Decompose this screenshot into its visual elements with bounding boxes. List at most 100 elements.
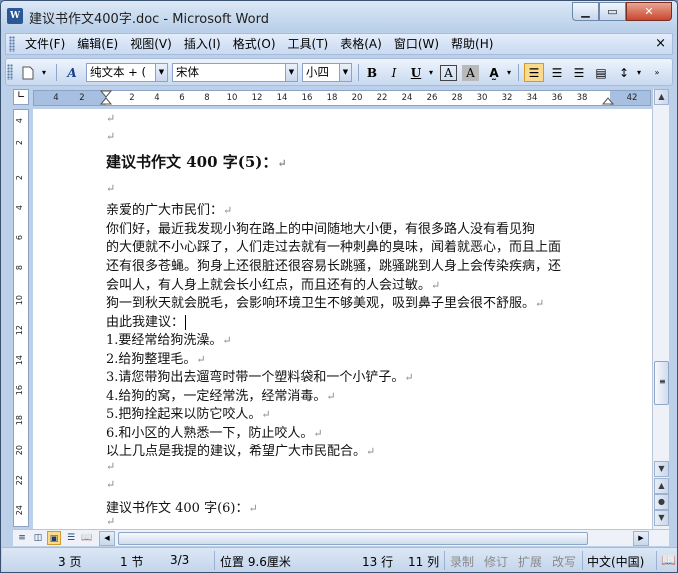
double-arrow-down-icon: ▼ <box>658 513 665 522</box>
status-extend-selection[interactable]: 扩展 <box>518 553 542 570</box>
word-app-icon[interactable]: W <box>7 8 23 24</box>
body-line[interactable]: 你们好，最近我发现小狗在路上的中间随地大小便，有很多路人没有看见狗 <box>106 218 535 237</box>
phonetic-options-button[interactable]: ▾ <box>504 63 514 82</box>
outline-view-icon: ☰ <box>66 533 76 543</box>
underline-button[interactable]: U <box>406 63 426 82</box>
chevron-down-icon: » <box>654 68 660 77</box>
minimize-button[interactable]: ▁ <box>572 2 599 21</box>
menu-tools[interactable]: 工具(T) <box>282 34 335 54</box>
body-line[interactable]: 狗一到秋天就会脱毛，会影响环境卫生不够美观，吸到鼻子里会很不舒服。↵ <box>106 292 544 311</box>
character-shading-button[interactable]: A <box>462 65 479 81</box>
phonetic-guide-button[interactable]: A̰ <box>484 63 504 82</box>
toolbar-separator <box>358 64 359 81</box>
print-layout-view-button[interactable]: ▣ <box>47 531 61 545</box>
reading-layout-view-button[interactable]: 📖 <box>80 531 94 545</box>
close-document-button[interactable]: × <box>655 36 666 51</box>
toolbar-overflow-button[interactable]: » <box>650 63 664 82</box>
section-heading[interactable]: 建议书作文 400 字(6)：↵ <box>106 497 258 516</box>
character-border-button[interactable]: A <box>440 65 457 81</box>
chevron-down-icon[interactable]: ▼ <box>339 64 351 81</box>
empty-paragraph[interactable]: ↵ <box>106 459 115 474</box>
menu-table[interactable]: 表格(A) <box>334 34 388 54</box>
horizontal-scrollbar[interactable]: ≡ ◫ ▣ ☰ 📖 ◀ ▶ <box>13 529 669 546</box>
line-spacing-button[interactable]: ↕ <box>614 63 634 82</box>
list-item[interactable]: 4.给狗的窝，一定经常洗，经常消毒。↵ <box>106 385 336 404</box>
toolbar-grip-handle[interactable] <box>7 64 13 80</box>
previous-page-button[interactable]: ▲ <box>654 478 669 494</box>
body-line[interactable]: 会叫人，有人身上就会长小红点，而且还有的人会过敏。↵ <box>106 274 440 293</box>
scroll-right-button[interactable]: ▶ <box>633 531 649 546</box>
double-arrow-up-icon: ▲ <box>658 481 665 490</box>
status-track-changes[interactable]: 修订 <box>484 553 508 570</box>
empty-paragraph[interactable]: ↵ <box>106 514 115 529</box>
maximize-button[interactable]: ▭ <box>599 2 626 21</box>
menu-edit[interactable]: 编辑(E) <box>71 34 124 54</box>
font-size-combo[interactable]: 小四 ▼ <box>302 63 352 82</box>
align-right-button[interactable]: ☰ <box>569 63 589 82</box>
toolbar-options-button[interactable]: ▾ <box>38 63 50 82</box>
list-item[interactable]: 2.给狗整理毛。↵ <box>106 348 206 367</box>
web-layout-view-button[interactable]: ◫ <box>31 531 45 545</box>
distributed-align-button[interactable]: ▤ <box>591 63 611 82</box>
next-page-button[interactable]: ▼ <box>654 510 669 526</box>
document-page[interactable]: ↵ ↵ 建议书作文 400 字(5)：↵ ↵ 亲爱的广大市民们：↵ 你们好，最近… <box>33 109 652 529</box>
right-indent-marker[interactable] <box>602 95 614 105</box>
body-line[interactable]: 的大便就不小心踩了，人们走过去就有一种刺鼻的臭味，闻着就恶心，而且上面 <box>106 236 561 255</box>
menu-format[interactable]: 格式(O) <box>227 34 282 54</box>
horizontal-ruler[interactable]: 4 2 2 4 6 8 10 12 14 16 18 20 22 24 26 2… <box>33 90 651 106</box>
salutation-line[interactable]: 亲爱的广大市民们：↵ <box>106 199 232 218</box>
menu-grip-handle[interactable] <box>9 36 15 52</box>
select-browse-object-button[interactable]: ● <box>654 494 669 510</box>
italic-button[interactable]: I <box>384 63 404 82</box>
empty-paragraph[interactable]: ↵ <box>106 477 115 492</box>
menu-file[interactable]: 文件(F) <box>19 34 71 54</box>
vertical-scroll-thumb[interactable]: ≡ <box>654 361 669 405</box>
title-bar[interactable]: W 建议书作文400字.doc - Microsoft Word ▁ ▭ ✕ <box>1 1 677 31</box>
scroll-up-button[interactable]: ▲ <box>654 89 669 105</box>
body-line[interactable]: 还有很多苍蝇。狗身上还很脏还很容易长跳骚，跳骚跳到人身上会传染疾病，还 <box>106 255 561 274</box>
normal-view-button[interactable]: ≡ <box>15 531 29 545</box>
menu-view[interactable]: 视图(V) <box>124 34 178 54</box>
styles-pane-button[interactable]: A <box>62 63 82 82</box>
status-record-macro[interactable]: 录制 <box>450 553 474 570</box>
list-item[interactable]: 5.把狗拴起来以防它咬人。↵ <box>106 403 271 422</box>
font-combo[interactable]: 宋体 ▼ <box>172 63 298 82</box>
tab-selector[interactable]: ∟ <box>13 89 29 105</box>
menu-window[interactable]: 窗口(W) <box>388 34 445 54</box>
underline-options-button[interactable]: ▾ <box>426 63 436 82</box>
chevron-down-icon[interactable]: ▼ <box>155 64 167 81</box>
ruler-tick: 8 <box>15 265 24 271</box>
empty-paragraph[interactable]: ↵ <box>106 111 115 126</box>
vertical-ruler[interactable]: 4 2 2 4 6 8 10 12 14 16 18 20 22 24 <box>13 109 29 527</box>
close-window-button[interactable]: ✕ <box>626 2 672 21</box>
align-center-button[interactable]: ☰ <box>547 63 567 82</box>
align-justify-button[interactable]: ☰ <box>524 63 544 82</box>
new-document-button[interactable] <box>18 63 38 82</box>
menu-insert[interactable]: 插入(I) <box>178 34 227 54</box>
line-spacing-options-button[interactable]: ▾ <box>634 63 644 82</box>
menu-help[interactable]: 帮助(H) <box>445 34 499 54</box>
style-combo[interactable]: 纯文本 + ( ▼ <box>86 63 168 82</box>
horizontal-scroll-thumb[interactable] <box>118 532 588 545</box>
word-window: W 建议书作文400字.doc - Microsoft Word ▁ ▭ ✕ 文… <box>0 0 678 573</box>
ruler-tick: 12 <box>251 93 263 103</box>
section-heading[interactable]: 建议书作文 400 字(5)：↵ <box>106 151 287 172</box>
scroll-down-button[interactable]: ▼ <box>654 461 669 477</box>
scroll-left-button[interactable]: ◀ <box>99 531 115 546</box>
chevron-down-icon[interactable]: ▼ <box>285 64 297 81</box>
list-item[interactable]: 1.要经常给狗洗澡。↵ <box>106 329 232 348</box>
vertical-scrollbar[interactable]: ▲ ≡ ▼ ▲ ● ▼ <box>652 89 669 529</box>
body-line[interactable]: 由此我建议： <box>106 311 187 330</box>
body-line[interactable]: 以上几点是我提的建议，希望广大市民配合。↵ <box>106 440 375 459</box>
empty-paragraph[interactable]: ↵ <box>106 129 115 144</box>
outline-view-button[interactable]: ☰ <box>64 531 78 545</box>
list-item[interactable]: 6.和小区的人熟悉一下，防止咬人。↵ <box>106 422 323 441</box>
status-language[interactable]: 中文(中国) <box>587 553 644 570</box>
bold-button[interactable]: B <box>362 63 382 82</box>
list-item[interactable]: 3.请您带狗出去遛弯时带一个塑料袋和一个小铲子。↵ <box>106 366 414 385</box>
first-line-indent-marker[interactable] <box>100 90 112 106</box>
chevron-down-icon: ▾ <box>506 68 511 77</box>
empty-paragraph[interactable]: ↵ <box>106 181 115 196</box>
spelling-grammar-status-icon[interactable]: 📖 <box>661 553 676 567</box>
status-overtype[interactable]: 改写 <box>552 553 576 570</box>
